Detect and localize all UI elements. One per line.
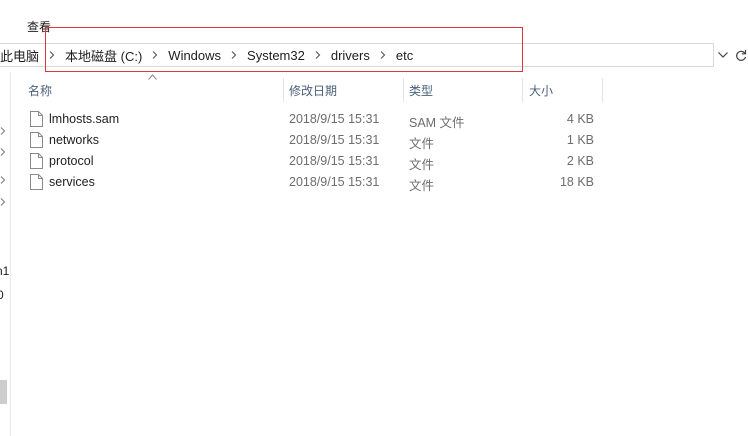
nav-item-fragment[interactable]: n1 [0, 264, 9, 278]
navigation-pane: n1 0 [0, 72, 11, 436]
file-row[interactable]: protocol 2018/9/15 15:31 文件 2 KB [26, 151, 604, 172]
file-size: 18 KB [559, 175, 594, 189]
column-divider[interactable] [522, 78, 523, 102]
file-type: SAM 文件 [409, 116, 465, 130]
file-type: 文件 [409, 158, 435, 172]
chevron-right-icon[interactable] [43, 44, 61, 66]
address-bar[interactable]: 此电脑 本地磁盘 (C:) Windows System32 drivers e… [0, 43, 714, 67]
file-name: protocol [49, 154, 94, 168]
ribbon-tab-view[interactable]: 查看 [27, 18, 51, 35]
chevron-right-icon[interactable] [0, 122, 8, 135]
chevron-right-icon[interactable] [309, 44, 327, 66]
chevron-down-icon[interactable] [716, 48, 730, 62]
column-divider[interactable] [602, 78, 603, 102]
chevron-right-icon[interactable] [0, 171, 8, 184]
address-row: 此电脑 本地磁盘 (C:) Windows System32 drivers e… [0, 42, 748, 70]
crumb-this-pc[interactable]: 此电脑 [0, 46, 43, 65]
crumb-local-disk[interactable]: 本地磁盘 (C:) [61, 46, 146, 65]
chevron-right-icon[interactable] [0, 143, 8, 156]
file-date: 2018/9/15 15:31 [289, 133, 380, 147]
file-name: lmhosts.sam [49, 112, 120, 126]
nav-scrollbar-thumb[interactable] [0, 380, 7, 404]
column-divider[interactable] [283, 78, 284, 102]
refresh-icon[interactable] [733, 47, 748, 63]
column-header-name[interactable]: 名称 [28, 78, 52, 102]
file-row[interactable]: networks 2018/9/15 15:31 文件 1 KB [26, 130, 604, 151]
file-size: 1 KB [566, 133, 594, 147]
crumb-etc[interactable]: etc [392, 48, 417, 63]
file-date: 2018/9/15 15:31 [289, 175, 380, 189]
file-type: 文件 [409, 137, 435, 151]
file-size: 4 KB [566, 112, 594, 126]
crumb-windows[interactable]: Windows [164, 48, 225, 63]
column-header-size-label: 大小 [529, 83, 554, 98]
chevron-right-icon[interactable] [225, 44, 243, 66]
file-icon [30, 132, 43, 148]
file-name: services [49, 175, 95, 189]
nav-item-fragment[interactable]: 0 [0, 288, 4, 302]
file-row[interactable]: services 2018/9/15 15:31 文件 18 KB [26, 172, 604, 193]
breadcrumb: 此电脑 本地磁盘 (C:) Windows System32 drivers e… [0, 44, 417, 66]
column-header-date-label: 修改日期 [289, 83, 338, 98]
file-icon [30, 111, 43, 127]
column-header-size[interactable]: 大小 [529, 78, 553, 102]
file-icon [30, 174, 43, 190]
column-header-type-label: 类型 [409, 83, 434, 98]
chevron-right-icon[interactable] [374, 44, 392, 66]
column-header-date[interactable]: 修改日期 [289, 78, 337, 102]
file-type: 文件 [409, 179, 435, 193]
file-icon [30, 153, 43, 169]
ribbon: 查看 [0, 0, 748, 40]
chevron-right-icon[interactable] [146, 44, 164, 66]
file-row[interactable]: lmhosts.sam 2018/9/15 15:31 SAM 文件 4 KB [26, 109, 604, 130]
column-header-type[interactable]: 类型 [409, 78, 433, 102]
file-date: 2018/9/15 15:31 [289, 112, 380, 126]
chevron-right-icon[interactable] [0, 193, 8, 206]
crumb-drivers[interactable]: drivers [327, 48, 374, 63]
crumb-system32[interactable]: System32 [243, 48, 309, 63]
file-date: 2018/9/15 15:31 [289, 154, 380, 168]
sort-ascending-icon [148, 74, 157, 80]
column-divider[interactable] [403, 78, 404, 102]
column-header-name-label: 名称 [28, 83, 53, 98]
file-size: 2 KB [566, 154, 594, 168]
file-name: networks [49, 133, 100, 147]
